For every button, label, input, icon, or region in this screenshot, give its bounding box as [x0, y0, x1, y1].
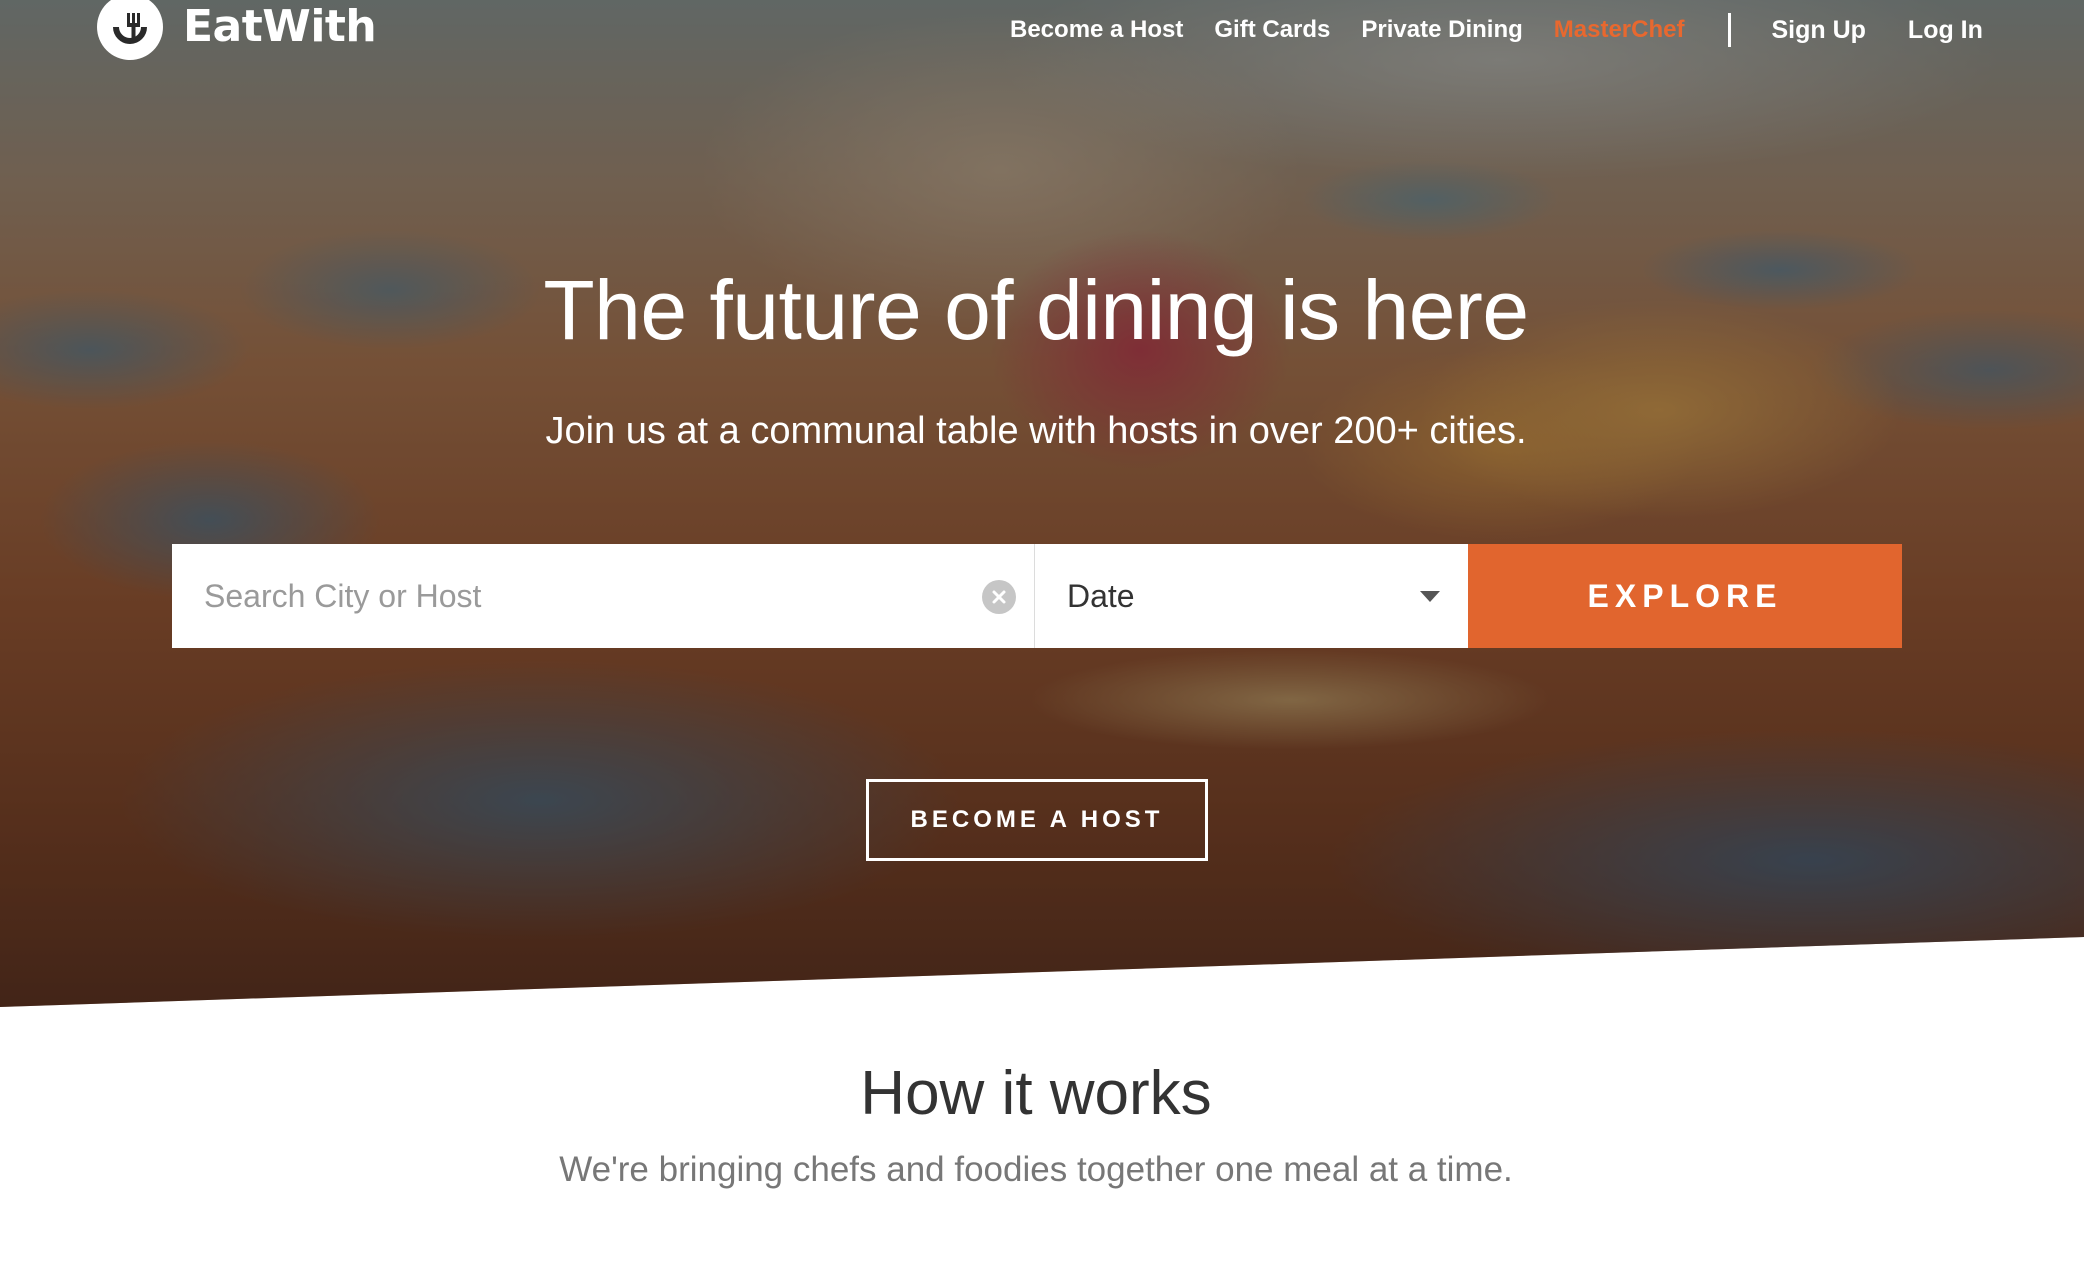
log-in-link[interactable]: Log In: [1908, 16, 1983, 45]
search-bar: Date EXPLORE: [172, 544, 1902, 648]
fork-plate-icon: [97, 0, 163, 60]
date-select-label: Date: [1067, 577, 1135, 614]
nav-link-private-dining[interactable]: Private Dining: [1361, 16, 1522, 44]
how-it-works-subtitle: We're bringing chefs and foodies togethe…: [559, 1150, 1513, 1189]
clear-circle-icon[interactable]: [982, 580, 1016, 614]
sign-up-link[interactable]: Sign Up: [1771, 16, 1865, 45]
brand-name: EatWith: [183, 1, 377, 52]
nav-link-masterchef[interactable]: MasterChef: [1554, 16, 1685, 44]
how-it-works-title: How it works: [860, 1059, 1212, 1128]
search-input[interactable]: [172, 544, 1034, 648]
hero-headline: The future of dining is here: [543, 263, 1529, 357]
nav-divider: [1728, 13, 1732, 47]
search-field-container: [172, 544, 1035, 648]
become-a-host-button[interactable]: BECOME A HOST: [866, 779, 1208, 861]
page: EatWith Become a Host Gift Cards Private…: [0, 0, 2084, 1262]
top-nav: Become a Host Gift Cards Private Dining …: [1010, 13, 2025, 47]
chevron-down-icon: [1420, 591, 1440, 602]
nav-link-gift-cards[interactable]: Gift Cards: [1214, 16, 1330, 44]
hero-subheadline: Join us at a communal table with hosts i…: [545, 410, 1527, 452]
nav-link-become-a-host[interactable]: Become a Host: [1010, 16, 1183, 44]
date-select[interactable]: Date: [1035, 544, 1468, 648]
explore-button[interactable]: EXPLORE: [1468, 544, 1902, 648]
logo[interactable]: EatWith: [97, 0, 377, 60]
